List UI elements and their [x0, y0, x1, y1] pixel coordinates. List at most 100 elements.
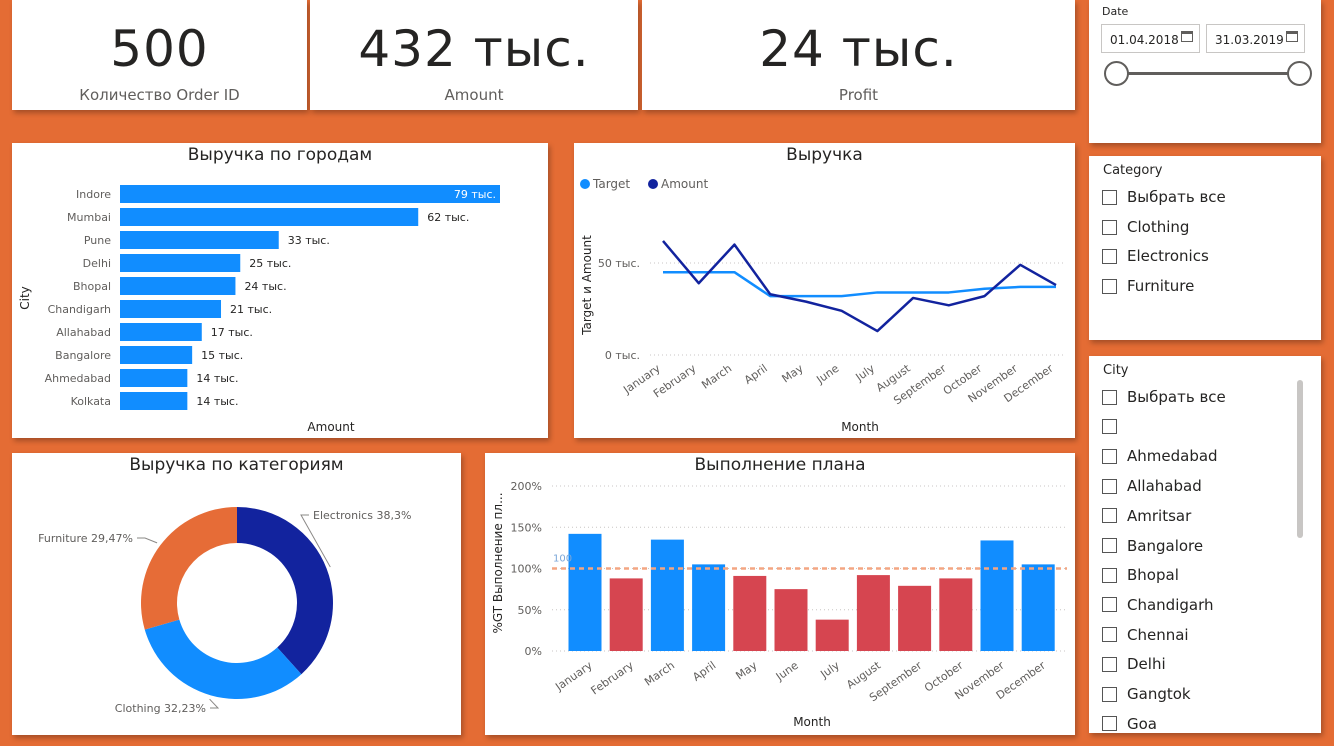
revenue-line-chart: 0 тыс.50 тыс.JanuaryFebruary March April Ma… [580, 177, 1066, 434]
data-label: 21 тыс. [230, 303, 272, 316]
x-tick-label: April [742, 362, 770, 387]
x-tick-label: May [733, 659, 759, 683]
bar [774, 589, 808, 651]
city-item[interactable]: Bangalore [1102, 535, 1203, 557]
x-tick-label: June [773, 659, 801, 684]
slice-label: Clothing 32,23% [115, 702, 206, 715]
category-item-select-all[interactable]: Выбрать все [1102, 186, 1226, 208]
bar [568, 533, 602, 651]
checkbox[interactable] [1102, 538, 1117, 553]
y-axis-title: %GT Выполнение пл... [491, 492, 505, 633]
bar [120, 254, 241, 272]
date-range-handle-start[interactable] [1104, 61, 1129, 86]
revenue-line-chart-card: Выручка 0 тыс. 50 тыс. January February Marc… [574, 143, 1075, 438]
bar [120, 392, 188, 410]
data-label: 33 тыс. [288, 234, 330, 247]
kpi-label: Amount [444, 86, 504, 104]
y-tick-label: 0 тыс. [605, 349, 640, 362]
y-tick-label: 50 тыс. [598, 257, 640, 270]
city-item[interactable]: Chennai [1102, 624, 1189, 646]
leader-line [209, 698, 220, 709]
city-item[interactable]: Chandigarh [1102, 594, 1214, 616]
category-item-clothing[interactable]: Clothing [1102, 216, 1189, 238]
category-label: Allahabad [56, 326, 111, 339]
x-tick-label: March [699, 362, 734, 392]
checkbox[interactable] [1102, 389, 1117, 405]
checkbox[interactable] [1102, 656, 1117, 672]
legend-marker [580, 179, 590, 189]
series-line [662, 240, 1057, 333]
item-label: Выбрать все [1127, 188, 1226, 206]
category-item-furniture[interactable]: Furniture [1102, 275, 1194, 297]
checkbox[interactable] [1102, 219, 1117, 235]
category-label: Kolkata [71, 395, 111, 408]
calendar-icon[interactable] [1286, 31, 1298, 42]
city-item[interactable]: Amritsar [1102, 505, 1191, 527]
city-revenue-chart: Выручка по городам Indore 79 тыс. Mumbai 62… [12, 143, 548, 438]
checkbox[interactable] [1102, 278, 1117, 294]
date-end-input[interactable]: 31.03.2019 [1206, 24, 1305, 53]
date-slicer-label: Date [1102, 5, 1129, 18]
x-tick-label: March [642, 659, 677, 689]
y-tick-label: 0% [525, 645, 542, 658]
donut-slice [141, 507, 237, 630]
bar [939, 578, 973, 651]
checkbox[interactable] [1102, 508, 1117, 524]
category-item-electronics[interactable]: Electronics [1102, 245, 1209, 267]
checkbox[interactable] [1102, 597, 1117, 613]
kpi-value: 432 тыс. [358, 20, 590, 78]
city-item[interactable]: Ahmedabad [1102, 445, 1218, 467]
x-tick-label: June [813, 362, 841, 387]
item-label: Clothing [1127, 218, 1190, 236]
checkbox[interactable] [1102, 716, 1117, 732]
city-slicer: City Выбрать все Ahmedabad Allahabad Amrits… [1089, 356, 1321, 733]
category-label: Bhopal [73, 280, 111, 293]
checkbox[interactable] [1102, 567, 1117, 583]
date-range-handle-end[interactable] [1287, 61, 1312, 86]
city-item[interactable]: Goa [1102, 713, 1157, 735]
checkbox[interactable] [1102, 189, 1117, 205]
calendar-icon[interactable] [1181, 31, 1193, 42]
slice-label: Electronics 38,3% [313, 509, 411, 522]
city-item[interactable]: Gangtok [1102, 683, 1191, 705]
city-item[interactable]: Bhopal [1102, 564, 1179, 586]
item-label: Goa [1127, 714, 1157, 733]
city-slicer-scrollbar[interactable] [1297, 380, 1303, 538]
leader-line [137, 537, 158, 544]
city-item[interactable]: Выбрать все [1102, 386, 1226, 408]
category-label: Pune [84, 234, 111, 247]
donut-slice [144, 619, 302, 699]
bar [120, 323, 202, 341]
checkbox[interactable] [1102, 686, 1117, 702]
x-tick-label: May [780, 362, 806, 386]
date-range-track[interactable] [1117, 72, 1299, 75]
x-tick-label: July [817, 659, 842, 682]
checkbox[interactable] [1102, 448, 1117, 464]
checkbox[interactable] [1102, 248, 1117, 264]
city-item[interactable] [1102, 416, 1127, 438]
bar [120, 277, 236, 295]
kpi-value: 24 тыс. [759, 20, 958, 78]
bar [815, 619, 849, 651]
data-label: 17 тыс. [211, 326, 253, 339]
bar [120, 208, 419, 226]
y-axis-title: City [18, 286, 32, 310]
plan-chart-card: Выполнение плана 0% 50% 100% 150% 200% Januar… [485, 453, 1075, 735]
city-bar-chart: Indore 79 тыс. Mumbai 62 тыс. Pune 33 тыс. Del… [18, 185, 500, 434]
bar [898, 585, 932, 651]
slice-label: Furniture 29,47% [38, 532, 133, 545]
item-label: Выбрать все [1127, 388, 1226, 406]
city-item[interactable]: Allahabad [1102, 475, 1202, 497]
bar [120, 300, 222, 318]
bar [120, 346, 193, 364]
kpi-card-amount: 432 тыс. Amount [310, 0, 638, 110]
checkbox[interactable] [1102, 627, 1117, 643]
item-label: Delhi [1127, 655, 1166, 674]
date-start-input[interactable]: 01.04.2018 [1101, 24, 1200, 53]
city-item[interactable]: Delhi [1102, 653, 1166, 675]
checkbox[interactable] [1102, 419, 1117, 435]
category-label: Mumbai [67, 211, 111, 224]
date-slicer: Date 01.04.2018 31.03.2019 [1089, 0, 1321, 143]
checkbox[interactable] [1102, 478, 1117, 494]
kpi-card-profit: 24 тыс. Profit [642, 0, 1075, 110]
